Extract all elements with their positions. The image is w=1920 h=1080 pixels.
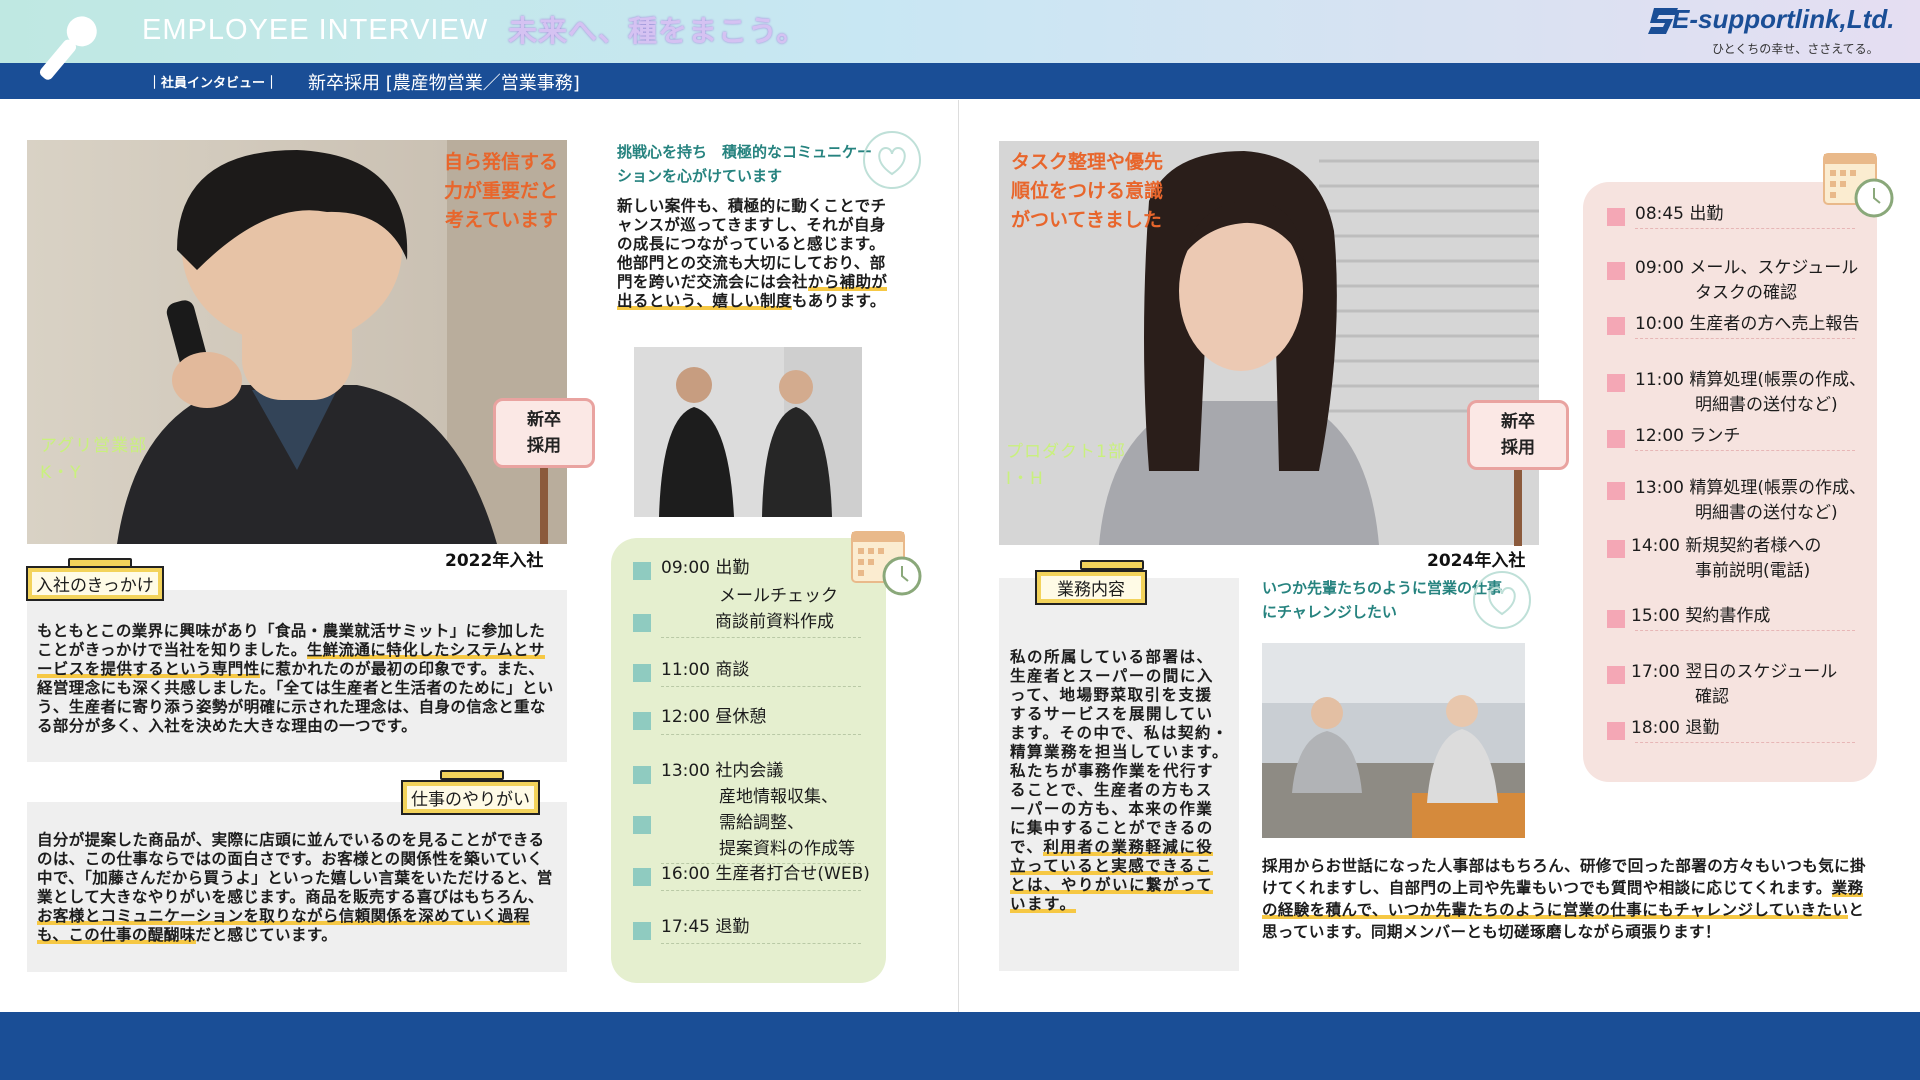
schedule-panel-ih: 08:45 出勤 09:00 メール、スケジュール タスクの確認 10:00 生… (1583, 182, 1877, 782)
microphone-icon (22, 4, 112, 94)
bullet (1607, 540, 1625, 558)
dept-ih: プロダクト1部 I・H (1006, 442, 1126, 489)
schedule-item: 17:00 翌日のスケジュール (1631, 662, 1838, 682)
worth-text: 自分が提案した商品が、実際に店頭に並んでいるのを見ることができるのは、この仕事な… (37, 831, 553, 944)
company-slogan: ひとくちの幸せ、ささえてる。 (1712, 42, 1879, 56)
quote-ih: タスク整理や優先 順位をつける意識 がついてきました (1011, 151, 1164, 231)
schedule-panel-ky: 09:00 出勤 メールチェック 商談前資料作成 11:00 商談 12:00 … (611, 538, 886, 983)
future-text: 採用からお世話になった人事部はもちろん、研修で回った部署の方々もいつも気に掛けて… (1262, 857, 1866, 941)
calendar-clock-icon (1822, 150, 1896, 220)
bullet (633, 562, 651, 580)
schedule-item: 16:00 生産者打合せ(WEB) (661, 864, 870, 884)
bullet (633, 868, 651, 886)
calendar-clock-icon (850, 528, 924, 598)
colleagues-photo (634, 347, 862, 517)
challenge-title: 挑戦心を持ち 積極的なコミュニケーションを心がけています (617, 143, 873, 185)
new-grad-badge: 新卒 採用 (1467, 400, 1569, 470)
schedule-detail: 商談前資料作成 (715, 612, 834, 632)
schedule-detail: 事前説明(電話) (1695, 561, 1811, 581)
work-text: 私の所属している部署は、生産者とスーパーの間に入って、地場野菜取引を支援するサー… (1010, 648, 1229, 913)
schedule-item: 09:00 出勤 (661, 558, 750, 578)
bullet (633, 766, 651, 784)
schedule-detail: 明細書の送付など) (1695, 395, 1838, 415)
join-year: 2022年入社 (445, 551, 544, 571)
join-year: 2024年入社 (1427, 551, 1526, 571)
schedule-item: 13:00 精算処理(帳票の作成、 (1635, 478, 1867, 498)
schedule-item: 13:00 社内会議 (661, 761, 784, 781)
schedule-detail: メールチェック (719, 586, 838, 606)
badge-pole (540, 468, 548, 544)
schedule-item: 12:00 昼休憩 (661, 707, 767, 727)
bullet (633, 614, 651, 632)
company-logo[interactable]: E-supportlink,Ltd. (1672, 4, 1894, 35)
bullet (633, 664, 651, 682)
label-tab (440, 770, 504, 780)
schedule-detail: 明細書の送付など) (1695, 503, 1838, 523)
schedule-item: 11:00 精算処理(帳票の作成、 (1635, 370, 1867, 390)
schedule-item: 10:00 生産者の方へ売上報告 (1635, 314, 1860, 334)
bullet (1607, 610, 1625, 628)
bullet (1607, 374, 1625, 392)
bullet (1607, 430, 1625, 448)
label-tab (1080, 560, 1144, 570)
new-grad-badge: 新卒 採用 (493, 398, 595, 468)
schedule-detail: 提案資料の作成等 (719, 839, 855, 859)
heart-icon (860, 130, 924, 190)
interview-title: EMPLOYEE INTERVIEW (142, 14, 489, 46)
reason-text: もともとこの業界に興味があり「食品・農業就活サミット」に参加したことがきっかけで… (37, 622, 554, 735)
badge-pole (1514, 470, 1522, 546)
quote-ky: 自ら発信する 力が重要だと 考えています (443, 151, 558, 231)
bullet (1607, 482, 1625, 500)
schedule-item: 18:00 退勤 (1631, 718, 1720, 738)
heart-icon (1470, 570, 1534, 630)
schedule-item: 14:00 新規契約者様への (1631, 536, 1822, 556)
bullet (1607, 262, 1625, 280)
schedule-detail: 産地情報収集、 (719, 787, 838, 807)
breadcrumb: ｜社員インタビュー｜ (148, 76, 279, 91)
footer-band (0, 1012, 1920, 1080)
challenge-text: 新しい案件も、積極的に動くことでチャンスが巡ってきますし、それが自身の成長につな… (617, 197, 888, 310)
bullet (1607, 722, 1625, 740)
schedule-item: 09:00 メール、スケジュール (1635, 258, 1859, 278)
schedule-detail: タスクの確認 (1695, 283, 1797, 303)
schedule-item: 11:00 商談 (661, 660, 750, 680)
reason-label: 入社のきっかけ (26, 566, 164, 601)
page-divider (958, 100, 959, 1012)
schedule-detail: 需給調整、 (719, 813, 804, 833)
schedule-item: 12:00 ランチ (1635, 426, 1741, 446)
schedule-item: 15:00 契約書作成 (1631, 606, 1771, 626)
subheader-band (0, 63, 1920, 99)
dept-ky: アグリ営業部 K・Y (40, 436, 148, 483)
schedule-item: 17:45 退勤 (661, 917, 750, 937)
office-photo (1262, 643, 1525, 838)
bullet (1607, 317, 1625, 335)
schedule-detail: 確認 (1695, 687, 1729, 707)
bullet (1607, 208, 1625, 226)
tagline: 未来へ、種をまこう。 (508, 14, 807, 48)
schedule-item: 08:45 出勤 (1635, 204, 1724, 224)
bullet (1607, 666, 1625, 684)
bullet (633, 816, 651, 834)
worth-label: 仕事のやりがい (401, 780, 540, 815)
section-title: 新卒採用 [農産物営業／営業事務] (308, 73, 580, 94)
bullet (633, 922, 651, 940)
work-label: 業務内容 (1035, 570, 1147, 605)
bullet (633, 712, 651, 730)
